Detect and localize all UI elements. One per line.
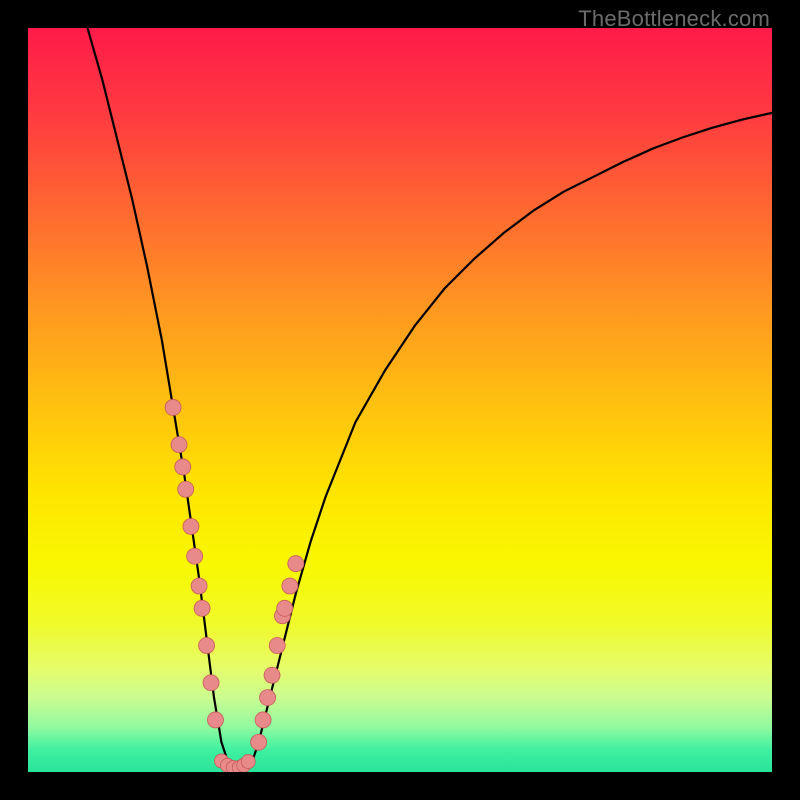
plot-area (28, 28, 772, 772)
scatter-dot (277, 600, 293, 616)
scatter-dot (171, 437, 187, 453)
scatter-dot (241, 755, 255, 769)
scatter-dot (260, 690, 276, 706)
scatter-dot (178, 481, 194, 497)
scatter-dot (175, 459, 191, 475)
scatter-dot (264, 667, 280, 683)
scatter-bottom-cluster (214, 754, 255, 772)
scatter-dot (187, 548, 203, 564)
scatter-right-cluster (251, 556, 304, 751)
scatter-dot (288, 556, 304, 572)
chart-svg (28, 28, 772, 772)
scatter-dot (194, 600, 210, 616)
scatter-dot (203, 675, 219, 691)
scatter-dot (269, 638, 285, 654)
scatter-left-cluster (165, 399, 223, 727)
scatter-dot (191, 578, 207, 594)
scatter-dot (183, 518, 199, 534)
scatter-dot (282, 578, 298, 594)
bottleneck-curve (88, 28, 772, 771)
scatter-dot (251, 734, 267, 750)
scatter-dot (207, 712, 223, 728)
scatter-dot (165, 399, 181, 415)
scatter-dot (199, 638, 215, 654)
scatter-dot (255, 712, 271, 728)
watermark-text: TheBottleneck.com (578, 6, 770, 32)
